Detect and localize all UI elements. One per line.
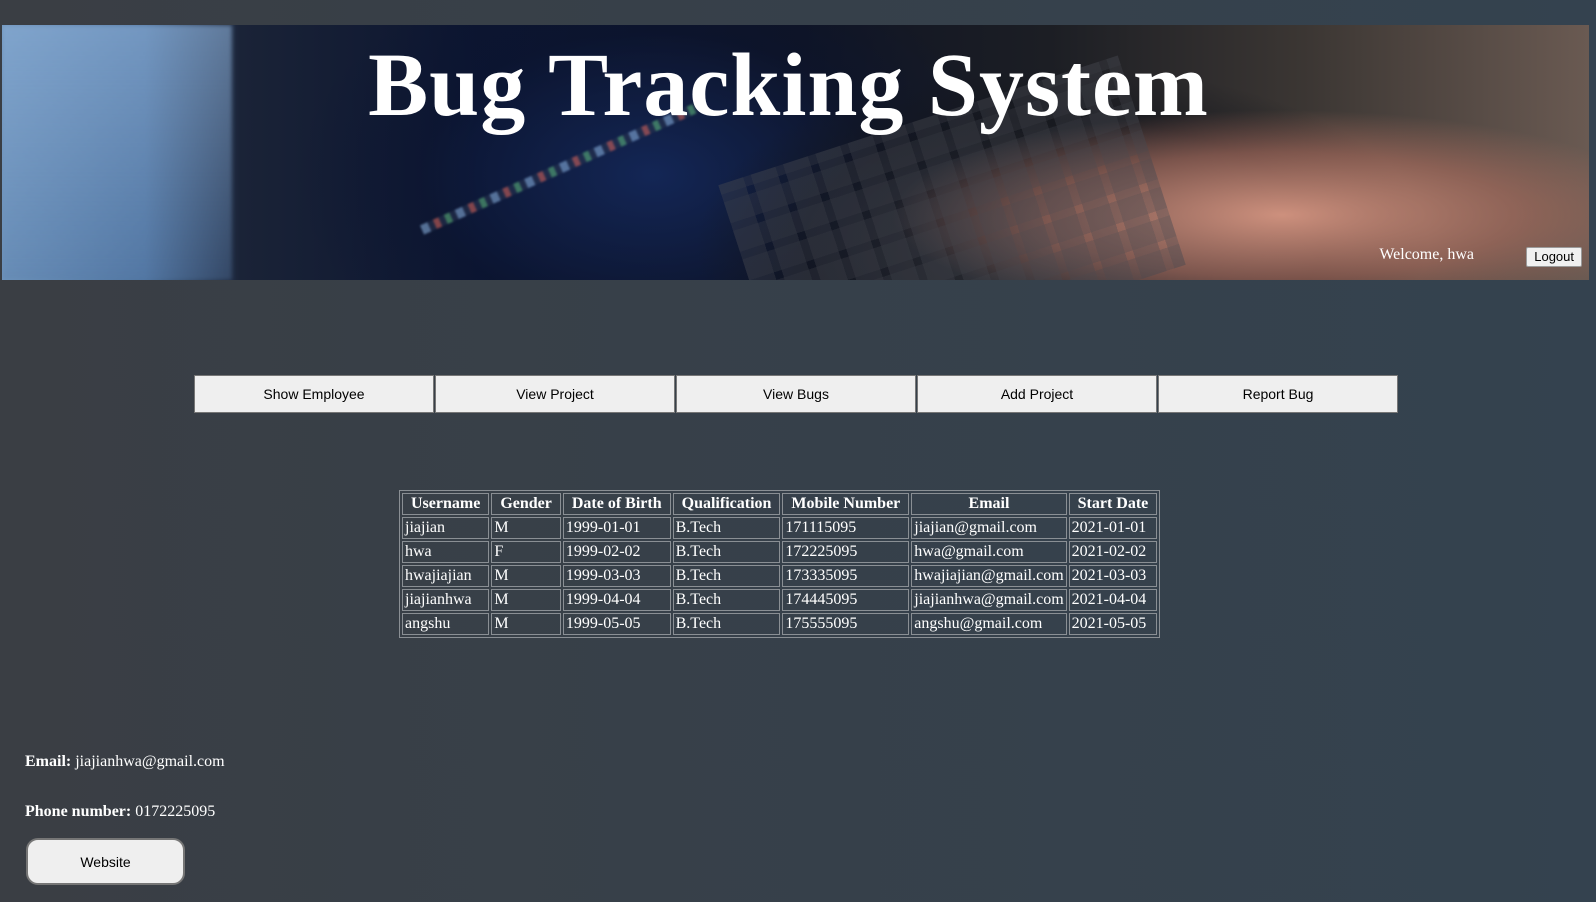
cell-qualification: B.Tech	[672, 541, 781, 563]
cell-email: hwa@gmail.com	[911, 541, 1067, 563]
cell-gender: M	[491, 565, 561, 587]
cell-email: hwajiajian@gmail.com	[911, 565, 1067, 587]
cell-date-of-birth: 1999-02-02	[562, 541, 671, 563]
show-employee-button[interactable]: Show Employee	[194, 375, 434, 413]
logout-button[interactable]: Logout	[1526, 247, 1582, 267]
add-project-button[interactable]: Add Project	[917, 375, 1157, 413]
employee-table: Username Gender Date of Birth Qualificat…	[399, 490, 1161, 638]
cell-username: hwa	[402, 541, 490, 563]
table-header-row: Username Gender Date of Birth Qualificat…	[402, 493, 1158, 515]
cell-gender: M	[491, 613, 561, 635]
column-header-qualification: Qualification	[672, 493, 781, 515]
report-bug-button[interactable]: Report Bug	[1158, 375, 1398, 413]
cell-qualification: B.Tech	[672, 613, 781, 635]
contact-email-label: Email:	[25, 753, 72, 770]
cell-qualification: B.Tech	[672, 565, 781, 587]
table-row: hwa F 1999-02-02 B.Tech 172225095 hwa@gm…	[402, 541, 1158, 563]
cell-email: angshu@gmail.com	[911, 613, 1067, 635]
table-row: angshu M 1999-05-05 B.Tech 175555095 ang…	[402, 613, 1158, 635]
cell-username: angshu	[402, 613, 490, 635]
cell-gender: M	[491, 589, 561, 611]
header-banner: Bug Tracking System Welcome, hwa Logout	[2, 25, 1589, 280]
column-header-username: Username	[402, 493, 490, 515]
cell-gender: M	[491, 517, 561, 539]
cell-qualification: B.Tech	[672, 589, 781, 611]
column-header-gender: Gender	[491, 493, 561, 515]
cell-mobile-number: 174445095	[782, 589, 910, 611]
column-header-mobile-number: Mobile Number	[782, 493, 910, 515]
cell-date-of-birth: 1999-05-05	[562, 613, 671, 635]
cell-username: hwajiajian	[402, 565, 490, 587]
view-bugs-button[interactable]: View Bugs	[676, 375, 916, 413]
cell-date-of-birth: 1999-03-03	[562, 565, 671, 587]
cell-mobile-number: 175555095	[782, 613, 910, 635]
contact-email: Email: jiajianhwa@gmail.com	[25, 753, 225, 771]
cell-qualification: B.Tech	[672, 517, 781, 539]
column-header-email: Email	[911, 493, 1067, 515]
cell-start-date: 2021-03-03	[1068, 565, 1158, 587]
main-nav: Show Employee View Project View Bugs Add…	[194, 375, 1398, 413]
cell-mobile-number: 172225095	[782, 541, 910, 563]
site-title: Bug Tracking System	[368, 36, 1209, 135]
column-header-start-date: Start Date	[1068, 493, 1158, 515]
cell-start-date: 2021-01-01	[1068, 517, 1158, 539]
cell-mobile-number: 173335095	[782, 565, 910, 587]
cell-mobile-number: 171115095	[782, 517, 910, 539]
contact-phone-value: 0172225095	[135, 803, 216, 820]
cell-date-of-birth: 1999-04-04	[562, 589, 671, 611]
welcome-text: Welcome, hwa	[1379, 246, 1474, 263]
cell-email: jiajianhwa@gmail.com	[911, 589, 1067, 611]
cell-username: jiajian	[402, 517, 490, 539]
column-header-date-of-birth: Date of Birth	[562, 493, 671, 515]
cell-username: jiajianhwa	[402, 589, 490, 611]
contact-phone: Phone number: 0172225095	[25, 803, 215, 821]
table-row: hwajiajian M 1999-03-03 B.Tech 173335095…	[402, 565, 1158, 587]
cell-email: jiajian@gmail.com	[911, 517, 1067, 539]
table-row: jiajian M 1999-01-01 B.Tech 171115095 ji…	[402, 517, 1158, 539]
cell-start-date: 2021-02-02	[1068, 541, 1158, 563]
cell-date-of-birth: 1999-01-01	[562, 517, 671, 539]
website-button[interactable]: Website	[26, 838, 185, 885]
contact-phone-label: Phone number:	[25, 803, 132, 820]
contact-email-value: jiajianhwa@gmail.com	[75, 753, 225, 770]
cell-gender: F	[491, 541, 561, 563]
cell-start-date: 2021-04-04	[1068, 589, 1158, 611]
cell-start-date: 2021-05-05	[1068, 613, 1158, 635]
view-project-button[interactable]: View Project	[435, 375, 675, 413]
table-row: jiajianhwa M 1999-04-04 B.Tech 174445095…	[402, 589, 1158, 611]
